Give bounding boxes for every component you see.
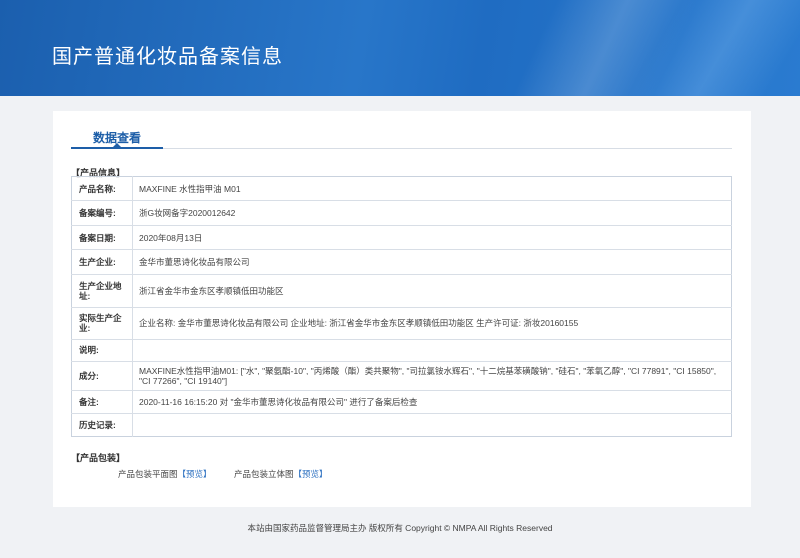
- row-label: 历史记录:: [71, 412, 133, 437]
- table-row: 备案编号: 浙G妆网备字2020012642: [71, 200, 732, 226]
- tab-divider: [71, 148, 732, 149]
- row-value: 企业名称: 金华市董思诗化妆品有限公司 企业地址: 浙江省金华市金东区孝顺镇低田…: [132, 306, 732, 340]
- product-info-table: 产品名称: MAXFINE 水性指甲油 M01 备案编号: 浙G妆网备字2020…: [71, 176, 732, 437]
- table-row: 备案日期: 2020年08月13日: [71, 224, 732, 250]
- row-label: 生产企业地址:: [71, 273, 133, 307]
- row-value: 2020年08月13日: [132, 224, 732, 250]
- row-value: 浙江省金华市金东区孝顺镇低田功能区: [132, 273, 732, 307]
- row-value: MAXFINE水性指甲油M01: ["水", "聚氨酯-10", "丙烯酸（酯）…: [132, 360, 732, 391]
- row-label: 备案日期:: [71, 224, 133, 250]
- table-row: 生产企业: 金华市董思诗化妆品有限公司: [71, 249, 732, 275]
- table-row: 实际生产企业: 企业名称: 金华市董思诗化妆品有限公司 企业地址: 浙江省金华市…: [71, 306, 732, 340]
- tab-active-underline: [71, 147, 163, 149]
- packaging-item-3d: 产品包装立体图【预览】: [234, 468, 328, 480]
- row-label: 备案编号:: [71, 200, 133, 226]
- table-row: 生产企业地址: 浙江省金华市金东区孝顺镇低田功能区: [71, 273, 732, 307]
- row-value: [132, 339, 732, 362]
- tab-active-caret: [113, 143, 121, 147]
- footer-copyright: 本站由国家药品监督管理局主办 版权所有 Copyright © NMPA All…: [247, 523, 553, 533]
- row-value: 金华市董思诗化妆品有限公司: [132, 249, 732, 275]
- row-value: 2020-11-16 16:15:20 对 "金华市董思诗化妆品有限公司" 进行…: [132, 390, 732, 414]
- table-row: 说明:: [71, 339, 732, 362]
- packaging-item-label: 产品包装平面图: [118, 469, 178, 479]
- row-label: 成分:: [71, 360, 133, 391]
- row-value: 浙G妆网备字2020012642: [132, 200, 732, 226]
- table-row: 成分: MAXFINE水性指甲油M01: ["水", "聚氨酯-10", "丙烯…: [71, 360, 732, 391]
- row-label: 实际生产企业:: [71, 306, 133, 340]
- page-title: 国产普通化妆品备案信息: [52, 46, 283, 68]
- packaging-section-title: 【产品包装】: [71, 453, 126, 463]
- header-banner: 国产普通化妆品备案信息: [0, 0, 800, 96]
- row-label: 生产企业:: [71, 249, 133, 275]
- row-label: 说明:: [71, 339, 133, 362]
- table-row: 产品名称: MAXFINE 水性指甲油 M01: [71, 176, 732, 201]
- row-value: [132, 412, 732, 437]
- banner-decoration: [580, 0, 800, 96]
- packaging-item-flat: 产品包装平面图【预览】: [118, 468, 212, 480]
- table-row: 备注: 2020-11-16 16:15:20 对 "金华市董思诗化妆品有限公司…: [71, 390, 732, 414]
- row-label: 备注:: [71, 390, 133, 414]
- table-row: 历史记录:: [71, 412, 732, 437]
- preview-link-3d[interactable]: 【预览】: [294, 469, 328, 479]
- packaging-item-label: 产品包装立体图: [234, 469, 294, 479]
- preview-link-flat[interactable]: 【预览】: [178, 469, 212, 479]
- row-label: 产品名称:: [71, 176, 133, 201]
- row-value: MAXFINE 水性指甲油 M01: [139, 183, 241, 194]
